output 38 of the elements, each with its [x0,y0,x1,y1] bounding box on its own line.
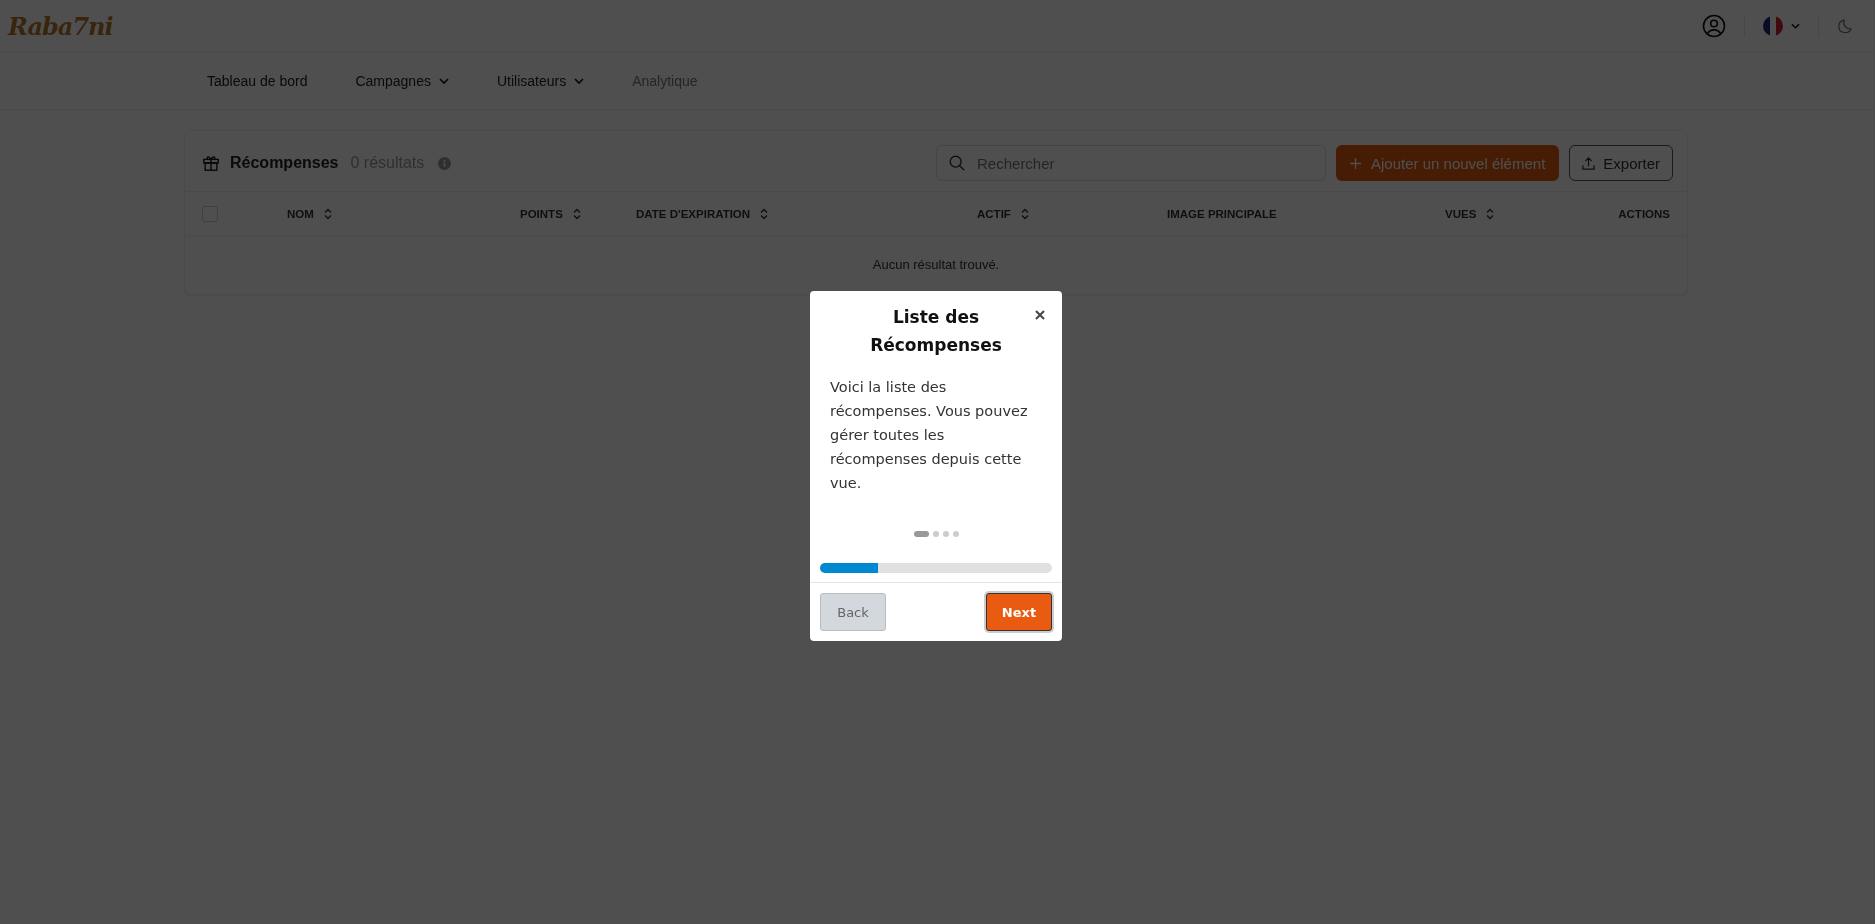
add-button[interactable]: Ajouter un nouvel élément [1336,145,1560,181]
sort-icon[interactable] [760,208,769,220]
nav-link[interactable]: Campagnes [355,73,449,89]
column-header[interactable]: POINTS [520,208,581,220]
gift-icon [202,154,220,172]
logo: Raba7ni [8,11,113,41]
dialog-text: Voici la liste des récompenses. Vous pouvez gérer toutes les récompenses depuis cette vue. [830,378,1029,493]
column-header[interactable]: IMAGE PRINCIPALE [1167,208,1277,220]
column-header[interactable]: ACTIF [977,208,1029,220]
step-dot[interactable] [952,531,959,537]
sort-icon[interactable] [572,208,581,220]
sort-icon[interactable] [1486,208,1495,220]
step-dot[interactable] [932,531,939,537]
empty-message: Aucun résultat trouvé. [871,256,1001,274]
user-account-icon[interactable] [1702,14,1726,38]
plus-icon [1350,157,1361,169]
column-header[interactable]: VUES [1445,208,1495,220]
dialog-title: Liste des Récompenses [869,306,1003,357]
export-button[interactable]: Exporter [1569,145,1673,181]
chevron-down-icon [1791,23,1800,29]
language-selector[interactable] [1763,16,1800,36]
chevron-down-icon [574,78,585,84]
card-title: Récompenses [230,154,339,172]
info-icon [438,156,452,170]
column-header[interactable]: NOM [287,208,332,220]
upload-icon [1582,156,1596,170]
close-icon[interactable] [1035,310,1045,320]
nav-link[interactable]: Utilisateurs [496,73,585,89]
sort-icon[interactable] [1020,208,1029,220]
column-header[interactable]: DATE D'EXPIRATION [636,208,769,220]
step-dot[interactable] [942,531,949,537]
next-button[interactable]: Next [986,593,1052,631]
flag-icon [1763,16,1783,36]
column-header[interactable]: ACTIONS [1618,208,1670,220]
sort-icon[interactable] [323,208,332,220]
nav-link[interactable]: Tableau de bord [207,73,308,89]
chevron-down-icon [438,78,449,84]
moon-icon[interactable] [1837,17,1855,35]
